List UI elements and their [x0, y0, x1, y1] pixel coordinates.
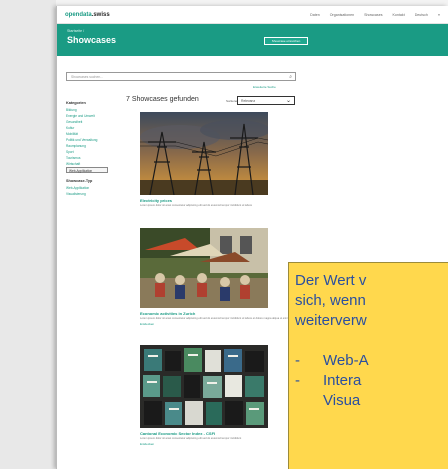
submit-showcase-button[interactable]: Showcase einreichen	[264, 37, 308, 45]
showcase-card[interactable]: Cantonal Economic Sector Index - CSFI Lo…	[140, 345, 268, 446]
callout-bullet: Visua	[295, 391, 448, 411]
page-hero: Startseite / Showcases Showcase einreich…	[57, 24, 448, 56]
callout-bullet-text: Web-A	[323, 352, 369, 369]
showcase-title[interactable]: Economic activities in Zurich	[140, 311, 268, 316]
showcase-title[interactable]: Electricity prices	[140, 198, 268, 203]
background-margin	[0, 0, 56, 469]
nav-daten[interactable]: Daten	[310, 13, 320, 17]
breadcrumb[interactable]: Startseite /	[67, 29, 438, 33]
nav-kontakt[interactable]: Kontakt	[393, 13, 405, 17]
callout-bullet: - Web-A	[295, 352, 369, 369]
filter-group-title: Kategorien	[66, 101, 86, 105]
nav-language[interactable]: Deutsch	[415, 13, 428, 17]
showcase-description: Lorem ipsum dolor sit amet consectetur a…	[140, 204, 253, 207]
search-input[interactable]: Showcases suchen... ⌕	[66, 72, 296, 81]
logo-text-swiss: .swiss	[91, 11, 110, 18]
showcase-image-cafe[interactable]	[140, 228, 268, 308]
main-nav: Daten Organisationen Showcases Kontakt D…	[310, 13, 440, 17]
showcase-card[interactable]: Economic activities in Zurich Lorem ipsu…	[140, 228, 309, 326]
nav-organisationen[interactable]: Organisationen	[330, 13, 354, 17]
showcase-link[interactable]: Entdecken	[140, 322, 268, 326]
menu-icon[interactable]: ≡	[438, 13, 440, 17]
filter-item[interactable]: Visualisierung	[66, 191, 114, 197]
callout-line: sich, wenn	[295, 292, 366, 309]
chevron-down-icon: ⌄	[285, 98, 291, 104]
showcase-title[interactable]: Cantonal Economic Sector Index - CSFI	[140, 431, 268, 436]
sort-value: Relevanz	[241, 98, 256, 103]
filter-group-title: Showcase-Typ	[66, 179, 93, 183]
advanced-search-link[interactable]: Erweiterte Suche	[253, 85, 276, 89]
showcase-image-mailboxes[interactable]	[140, 345, 268, 428]
callout-bullet-text: Visua	[323, 392, 361, 409]
page-title: Showcases	[67, 35, 117, 45]
sort-select[interactable]: Relevanz ⌄	[237, 96, 295, 105]
nav-showcases[interactable]: Showcases	[364, 13, 382, 17]
callout-bullet: - Intera	[295, 372, 362, 389]
search-icon[interactable]: ⌕	[289, 74, 292, 80]
annotation-callout: Der Wert v sich, wenn weiterverw - Web-A …	[288, 262, 448, 469]
showcase-image-pylons[interactable]	[140, 112, 268, 195]
callout-bullet-text: Intera	[323, 372, 362, 389]
search-placeholder: Showcases suchen...	[71, 74, 104, 79]
logo-text-open: opendata	[65, 11, 92, 18]
results-count: 7 Showcases gefunden	[126, 96, 199, 103]
callout-line: weiterverw	[295, 312, 367, 329]
top-navigation: opendata.swiss Daten Organisationen Show…	[57, 6, 448, 24]
filter-sidebar: Kategorien Bildung Energie und Umwelt Ge…	[66, 98, 114, 197]
showcase-link[interactable]: Entdecken	[140, 442, 268, 446]
callout-line: Der Wert v	[295, 272, 367, 289]
site-logo[interactable]: opendata.swiss	[65, 12, 110, 18]
filter-item-active[interactable]: Web-Applikation	[66, 167, 108, 173]
showcase-card[interactable]: Electricity prices Lorem ipsum dolor sit…	[140, 112, 268, 207]
